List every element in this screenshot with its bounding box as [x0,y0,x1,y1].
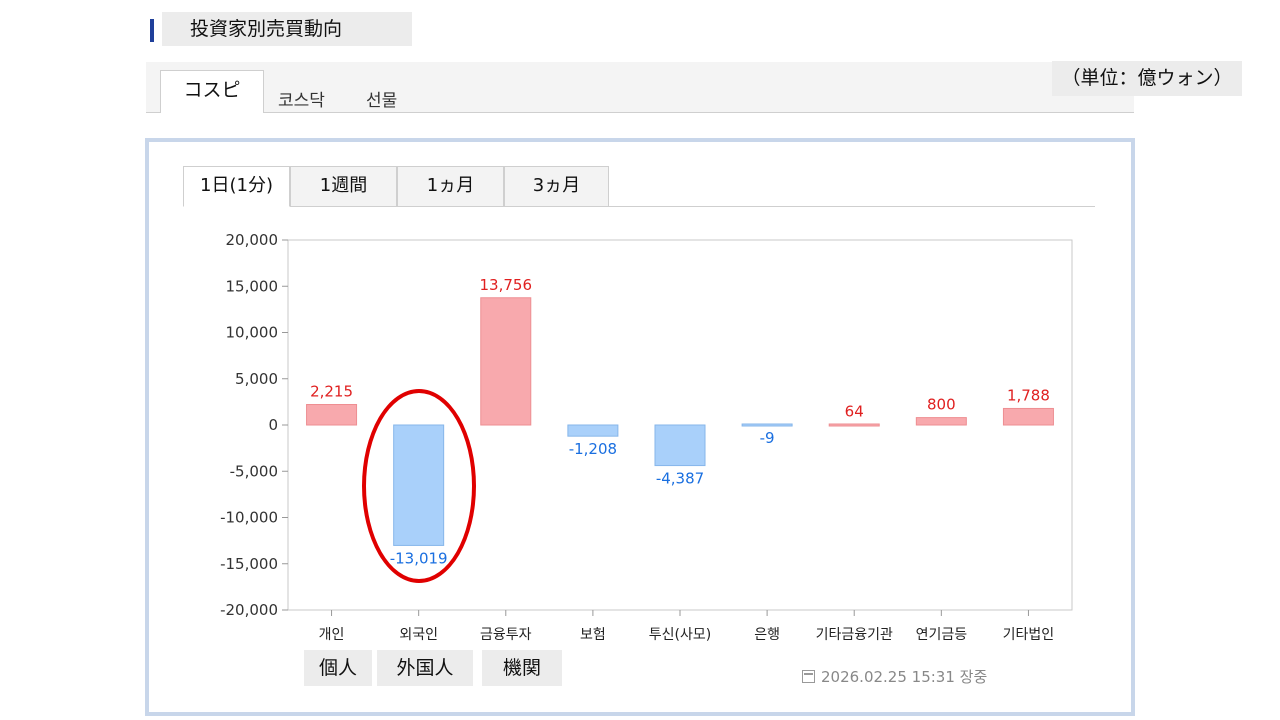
jp-label-foreigner: 外国人 [377,650,473,686]
x-tick-label: 보험 [580,627,606,643]
y-tick-label: -15,000 [220,555,278,573]
timestamp-text: 2026.02.25 15:31 장중 [821,668,988,686]
bar-3 [567,424,619,437]
bar-6 [828,423,880,427]
highlight-ellipse [362,389,476,583]
x-tick-label: 은행 [754,627,780,643]
jp-label-institution: 機関 [482,650,562,686]
bar-8 [1002,407,1054,426]
data-label: -4,387 [656,470,704,488]
y-tick-label: 10,000 [226,324,279,342]
y-tick-label: 5,000 [235,370,278,388]
bar-0 [306,404,358,426]
y-tick-label: 0 [268,416,278,434]
x-tick-label: 개인 [319,627,345,643]
y-tick-label: 15,000 [226,277,279,295]
investor-bar-chart: 20,000 15,000 10,000 5,000 0 -5,000 -10,000 -15… [220,231,1073,643]
data-label: -1,208 [569,440,617,458]
data-label: 64 [845,402,864,420]
y-tick-label: 20,000 [226,231,279,249]
data-label: 13,756 [480,276,533,294]
x-tick-label: 금융투자 [480,627,532,643]
data-label: -9 [760,429,775,447]
jp-label-individual: 個人 [304,650,372,686]
bar-2 [480,297,532,426]
x-tick-label: 연기금등 [916,627,968,643]
timestamp: 2026.02.25 15:31 장중 [802,666,987,687]
data-label: 800 [927,396,956,414]
calendar-icon [802,670,815,683]
y-tick-label: -20,000 [220,601,278,619]
bar-7 [915,417,967,426]
y-tick-label: -10,000 [220,509,278,527]
data-label: 2,215 [310,383,353,401]
bar-4 [654,424,706,467]
y-tick-label: -5,000 [230,462,278,480]
x-tick-label: 외국인 [399,627,438,643]
x-tick-label: 기타금융기관 [816,627,893,643]
x-tick-label: 기타법인 [1003,627,1055,643]
data-label: 1,788 [1007,386,1050,404]
x-tick-label: 투신(사모) [649,627,711,643]
bar-5 [741,423,793,427]
